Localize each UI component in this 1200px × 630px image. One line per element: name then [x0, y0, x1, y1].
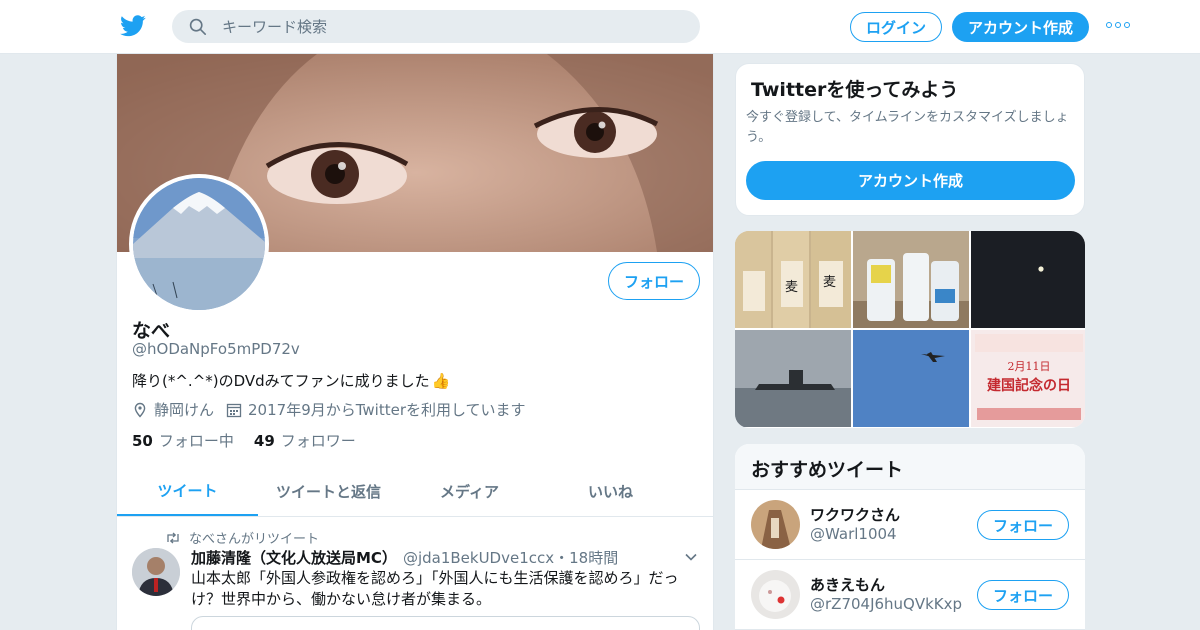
thumbs-up-emoji: 👍	[431, 371, 451, 390]
chevron-down-icon[interactable]	[684, 552, 698, 562]
suggested-user[interactable]: ワクワクさん @Warl1004 フォロー	[735, 490, 1085, 560]
tweet-author-handle[interactable]: @jda1BekUDve1ccx	[403, 549, 554, 567]
avatar-photo	[133, 178, 265, 310]
profile-avatar[interactable]	[129, 174, 269, 314]
login-button[interactable]: ログイン	[850, 12, 942, 42]
profile-handle[interactable]: @hODaNpFo5mPD72v	[132, 340, 300, 358]
night-sky-photo	[971, 231, 1085, 328]
poster-photo: 2月11日 建国記念の日	[971, 330, 1085, 427]
profile-name: なべ	[132, 320, 171, 342]
submarine-photo	[735, 330, 851, 427]
media-thumb-submarine[interactable]	[735, 330, 851, 427]
tab-likes[interactable]: いいね	[540, 466, 681, 516]
tweet-author-avatar[interactable]	[132, 548, 180, 596]
joined-text: 2017年9月からTwitterを利用しています	[248, 401, 526, 419]
media-thumb-poster[interactable]: 2月11日 建国記念の日	[971, 330, 1085, 427]
twitter-bird-icon[interactable]	[120, 14, 146, 38]
sprays-photo	[853, 231, 969, 328]
svg-text:2月11日: 2月11日	[1008, 360, 1051, 373]
who-to-follow-card: おすすめツイート ワクワクさん @Warl1004 フォロー あきえもん @rZ…	[735, 444, 1085, 630]
tweet-author-name[interactable]: 加藤清隆（文化人放送局MC）	[191, 547, 397, 568]
location-pin-icon	[134, 402, 146, 418]
search-icon	[189, 18, 207, 35]
search-placeholder: キーワード検索	[222, 18, 328, 36]
retweet-context: なべさんがリツイート	[165, 528, 319, 547]
profile-stats: 50 フォロー中 49 フォロワー	[132, 430, 356, 451]
profile-meta: 静岡けん 2017年9月からTwitterを利用しています	[132, 399, 538, 420]
suggested-user-name[interactable]: あきえもん	[810, 574, 885, 595]
follow-button[interactable]: フォロー	[608, 262, 700, 300]
location-text: 静岡けん	[154, 401, 215, 419]
suggested-avatar-photo	[751, 500, 800, 549]
follow-button[interactable]: フォロー	[977, 580, 1069, 610]
tab-media[interactable]: メディア	[399, 466, 540, 516]
signup-card: Twitterを使ってみよう 今すぐ登録して、タイムラインをカスタマイズしましょ…	[735, 63, 1085, 216]
airplane-photo	[853, 330, 969, 427]
follow-button[interactable]: フォロー	[977, 510, 1069, 540]
media-thumb-sprays[interactable]	[853, 231, 969, 328]
profile-column: フォロー なべ @hODaNpFo5mPD72v 降り(*^.^*)のDVdみて…	[116, 54, 714, 630]
profile-tabs: ツイート ツイートと返信 メディア いいね	[117, 466, 713, 517]
author-avatar-photo	[132, 548, 180, 596]
suggested-avatar-photo	[751, 570, 800, 619]
following-stat[interactable]: 50 フォロー中	[132, 430, 234, 451]
calendar-icon	[226, 403, 242, 417]
search-box[interactable]: キーワード検索	[172, 10, 700, 43]
more-options-icon[interactable]	[1106, 22, 1130, 30]
profile-joined: 2017年9月からTwitterを利用しています	[226, 399, 526, 420]
bio-text: 降り(*^.^*)のDVdみてファンに成りました	[132, 372, 430, 390]
media-thumb-bottles[interactable]: 麦 麦	[735, 231, 851, 328]
tab-tweets-and-replies[interactable]: ツイートと返信	[258, 466, 399, 516]
signup-card-description: 今すぐ登録して、タイムラインをカスタマイズしましょう。	[746, 110, 1069, 145]
retweet-icon	[167, 532, 179, 543]
svg-text:麦: 麦	[785, 280, 798, 295]
retweet-context-text: なべさんがリツイート	[189, 532, 320, 547]
svg-text:建国記念の日: 建国記念の日	[987, 377, 1071, 394]
suggested-user-handle: @rZ704J6huQVkKxp	[810, 595, 963, 613]
suggested-user-name[interactable]: ワクワクさん	[810, 504, 900, 525]
profile-bio: 降り(*^.^*)のDVdみてファンに成りました 👍	[132, 370, 450, 391]
profile-location: 静岡けん	[132, 399, 214, 420]
svg-text:麦: 麦	[823, 275, 836, 290]
suggested-user-avatar[interactable]	[751, 500, 800, 549]
media-thumb-night-sky[interactable]	[971, 231, 1085, 328]
who-to-follow-title: おすすめツイート	[735, 444, 1085, 490]
top-navigation: キーワード検索 ログイン アカウント作成	[0, 0, 1200, 54]
bottles-photo: 麦 麦	[735, 231, 851, 328]
tweet-card[interactable]	[191, 616, 700, 630]
followers-stat[interactable]: 49 フォロワー	[254, 430, 356, 451]
tweet-time[interactable]: ・18時間	[554, 547, 618, 568]
suggested-user[interactable]: あきえもん @rZ704J6huQVkKxp フォロー	[735, 560, 1085, 630]
signup-card-button[interactable]: アカウント作成	[746, 161, 1075, 200]
signup-button[interactable]: アカウント作成	[952, 12, 1089, 42]
tab-tweets[interactable]: ツイート	[117, 466, 258, 516]
tweet-header: 加藤清隆（文化人放送局MC） @jda1BekUDve1ccx ・18時間	[191, 547, 618, 568]
suggested-user-avatar[interactable]	[751, 570, 800, 619]
suggested-user-handle: @Warl1004	[810, 525, 897, 543]
photos-and-videos-grid: 麦 麦 2月11日 建国記念の日	[735, 231, 1085, 428]
signup-card-title: Twitterを使ってみよう	[751, 79, 959, 101]
media-thumb-airplane[interactable]	[853, 330, 969, 427]
tweet-text: 山本太郎「外国人参政権を認めろ」「外国人にも生活保護を認めろ」だっけ？世界中から…	[191, 569, 679, 608]
